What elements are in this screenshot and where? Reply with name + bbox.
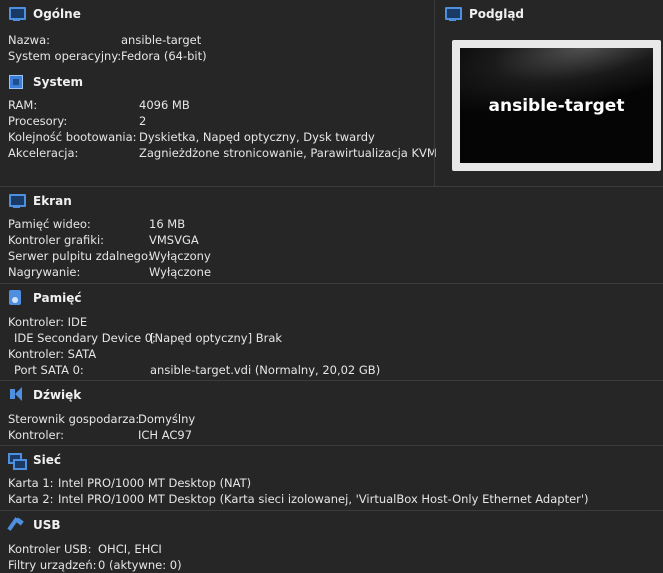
disk-icon [7, 289, 25, 307]
system-key: Kolejność bootowania: [8, 130, 137, 144]
usb-key: Kontroler USB: [8, 542, 92, 556]
preview-screen: ansible-target [460, 48, 653, 163]
system-value: Dyskietka, Napęd optyczny, Dysk twardy [139, 130, 375, 144]
preview-vm-name: ansible-target [488, 96, 625, 116]
display-header[interactable]: Ekran [0, 187, 72, 215]
monitor-icon [7, 5, 26, 23]
system-value: 2 [139, 114, 147, 128]
display-title: Ekran [33, 194, 72, 208]
storage-value: [Napęd optyczny] Brak [150, 331, 283, 345]
preview-header[interactable]: Podgląd [436, 0, 524, 28]
audio-section: Dźwięk Sterownik gospodarza: Domyślny Ko… [0, 381, 663, 445]
storage-key: Port SATA 0: [14, 363, 84, 377]
general-header[interactable]: Ogólne [0, 0, 430, 28]
storage-value: ansible-target.vdi (Normalny, 20,02 GB) [150, 363, 381, 377]
usb-key: Filtry urządzeń: [8, 558, 97, 572]
system-key: Procesory: [8, 114, 68, 128]
network-icon [7, 451, 27, 470]
general-value: Fedora (64-bit) [121, 49, 207, 63]
system-section: System RAM: 4096 MB Procesory: 2 Kolejno… [0, 68, 437, 186]
display-value: 16 MB [149, 217, 186, 231]
display-value: VMSVGA [149, 233, 199, 247]
network-key: Karta 2: [8, 492, 54, 506]
display-key: Kontroler grafiki: [8, 233, 105, 247]
chip-icon [7, 73, 25, 91]
system-value: Zagnieżdżone stronicowanie, Parawirtuali… [139, 146, 437, 160]
network-value: Intel PRO/1000 MT Desktop (Karta sieci i… [58, 492, 589, 506]
display-section: Ekran Pamięć wideo: 16 MB Kontroler graf… [0, 187, 663, 283]
usb-title: USB [33, 518, 61, 532]
usb-value: OHCI, EHCI [98, 542, 162, 556]
network-header[interactable]: Sieć [0, 446, 61, 474]
usb-header[interactable]: USB [0, 511, 61, 539]
system-value: 4096 MB [139, 98, 190, 112]
audio-value: ICH AC97 [138, 428, 193, 442]
general-title: Ogólne [33, 7, 81, 21]
monitor-icon [443, 5, 462, 23]
display-value: Wyłączone [149, 265, 212, 279]
audio-key: Kontroler: [8, 428, 64, 442]
display-value: Wyłączony [149, 249, 211, 263]
general-value: ansible-target [121, 33, 202, 47]
usb-section: USB Kontroler USB: OHCI, EHCI Filtry urz… [0, 511, 663, 572]
system-key: RAM: [8, 98, 38, 112]
system-key: Akceleracja: [8, 146, 79, 160]
usb-value: 0 (aktywne: 0) [98, 558, 182, 572]
audio-header[interactable]: Dźwięk [0, 381, 81, 409]
display-key: Nagrywanie: [8, 265, 81, 279]
audio-key: Sterownik gospodarza: [8, 412, 140, 426]
network-value: Intel PRO/1000 MT Desktop (NAT) [58, 476, 252, 490]
audio-value: Domyślny [138, 412, 196, 426]
network-key: Karta 1: [8, 476, 54, 490]
storage-section: Pamięć Kontroler: IDE IDE Secondary Devi… [0, 284, 663, 380]
display-key: Serwer pulpitu zdalnego: [8, 249, 152, 263]
storage-key: Kontroler: SATA [8, 347, 97, 361]
network-section: Sieć Karta 1: Intel PRO/1000 MT Desktop … [0, 446, 663, 510]
preview-title: Podgląd [469, 7, 525, 21]
system-header[interactable]: System [0, 68, 83, 96]
system-title: System [33, 75, 83, 89]
speaker-icon [7, 386, 25, 404]
network-title: Sieć [33, 453, 62, 467]
storage-title: Pamięć [33, 291, 82, 305]
storage-key: IDE Secondary Device 0: [14, 331, 156, 345]
general-key: System operacyjny: [8, 49, 122, 63]
storage-key: Kontroler: IDE [8, 315, 88, 329]
storage-header[interactable]: Pamięć [0, 284, 81, 312]
preview-frame: ansible-target [452, 40, 661, 171]
general-key: Nazwa: [8, 33, 51, 47]
monitor-icon [7, 192, 26, 210]
audio-title: Dźwięk [33, 388, 82, 402]
display-key: Pamięć wideo: [8, 217, 91, 231]
usb-icon [7, 516, 25, 534]
preview-divider [434, 0, 435, 186]
